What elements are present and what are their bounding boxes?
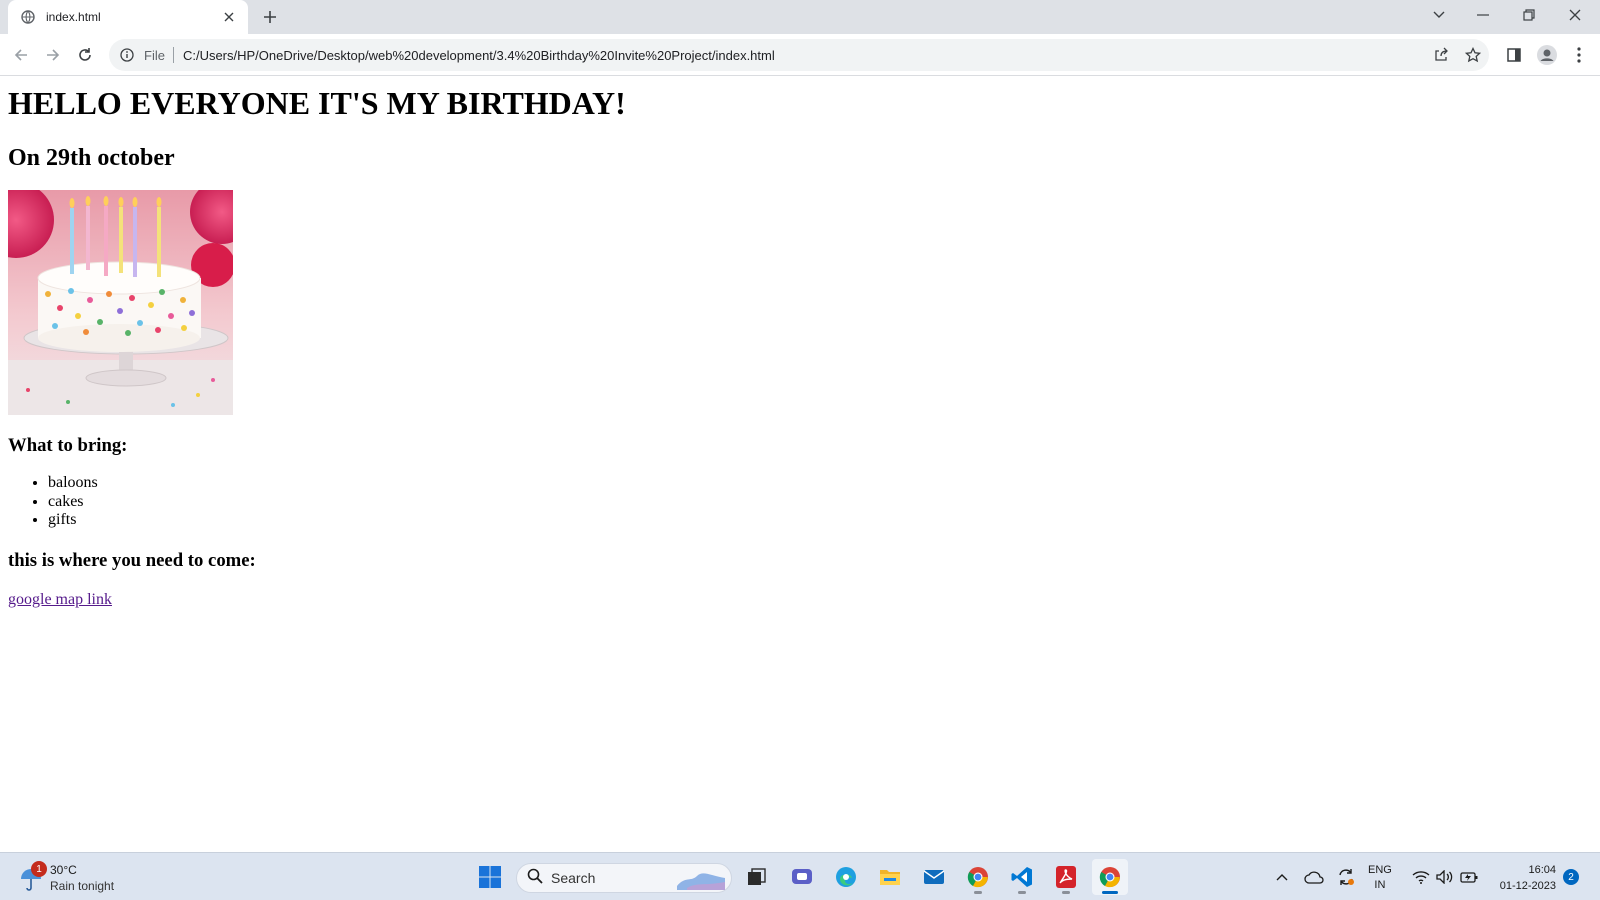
close-window-icon[interactable] — [1552, 0, 1598, 30]
chrome-icon[interactable] — [960, 859, 996, 895]
running-indicator — [974, 891, 982, 894]
bookmark-star-icon[interactable] — [1457, 39, 1489, 71]
date-subheading: On 29th october — [8, 145, 175, 171]
page-heading: HELLO EVERYONE IT'S MY BIRTHDAY! — [8, 85, 626, 121]
address-scheme: File — [144, 47, 165, 63]
file-explorer-icon[interactable] — [872, 859, 908, 895]
close-tab-icon[interactable] — [220, 8, 238, 26]
forward-arrow-icon[interactable] — [39, 41, 67, 69]
taskbar-search[interactable]: Search — [516, 863, 732, 893]
search-placeholder: Search — [551, 870, 596, 886]
menu-kebab-icon[interactable] — [1565, 41, 1593, 69]
list-item: gifts — [48, 511, 1592, 530]
google-map-link[interactable]: google map link — [8, 591, 112, 609]
volume-icon[interactable] — [1434, 853, 1456, 900]
edge-icon[interactable] — [828, 859, 864, 895]
tab-search-chevron-icon[interactable] — [1416, 0, 1462, 30]
clock-time: 16:04 — [1528, 864, 1556, 876]
tab-index-html[interactable]: index.html — [8, 0, 248, 34]
site-info-icon[interactable] — [119, 47, 135, 63]
weather-temp: 30°C — [50, 863, 77, 877]
mail-icon[interactable] — [916, 859, 952, 895]
tab-strip: index.html — [0, 0, 1600, 34]
task-view-icon[interactable] — [739, 859, 775, 895]
minimize-icon[interactable] — [1460, 0, 1506, 30]
profile-avatar-icon[interactable] — [1533, 41, 1561, 69]
browser-toolbar: File C:/Users/HP/OneDrive/Desktop/web%20… — [0, 34, 1600, 76]
active-indicator — [1102, 891, 1118, 894]
address-bar[interactable]: File C:/Users/HP/OneDrive/Desktop/web%20… — [109, 39, 1489, 71]
birthday-cake-image — [8, 190, 233, 415]
location-heading: this is where you need to come: — [8, 549, 256, 571]
running-indicator — [1018, 891, 1026, 894]
side-panel-icon[interactable] — [1500, 41, 1528, 69]
wifi-icon[interactable] — [1410, 853, 1432, 900]
back-arrow-icon[interactable] — [7, 41, 35, 69]
onedrive-cloud-icon[interactable] — [1302, 853, 1326, 900]
battery-icon[interactable] — [1458, 853, 1480, 900]
language-indicator[interactable]: ENG IN — [1368, 863, 1392, 893]
list-item: baloons — [48, 474, 1592, 493]
notification-badge[interactable]: 2 — [1563, 869, 1579, 885]
weather-widget[interactable]: 1 30°C Rain tonight — [14, 857, 134, 897]
chevron-up-icon[interactable] — [1272, 853, 1292, 900]
tab-title: index.html — [46, 10, 101, 24]
search-highlight-icon — [677, 873, 725, 890]
clock[interactable]: 16:04 01-12-2023 — [1492, 862, 1556, 894]
weather-badge: 1 — [31, 861, 47, 877]
language-line1: ENG — [1368, 864, 1392, 876]
bring-heading: What to bring: — [8, 435, 128, 456]
bring-list: baloons cakes gifts — [8, 474, 1592, 530]
clock-date: 01-12-2023 — [1499, 880, 1556, 892]
windows-start-icon[interactable] — [472, 859, 508, 895]
taskbar: 1 30°C Rain tonight Search ENG IN 16:04 … — [0, 852, 1600, 900]
list-item: cakes — [48, 493, 1592, 512]
acrobat-icon[interactable] — [1048, 859, 1084, 895]
sync-update-icon[interactable] — [1334, 853, 1358, 900]
address-actions — [1425, 39, 1489, 71]
running-indicator — [1062, 891, 1070, 894]
chrome-active-icon[interactable] — [1092, 859, 1128, 895]
weather-desc: Rain tonight — [50, 879, 115, 893]
teams-chat-icon[interactable] — [784, 859, 820, 895]
globe-icon — [20, 9, 36, 25]
address-separator — [172, 47, 174, 63]
search-icon — [527, 868, 543, 889]
new-tab-icon[interactable] — [258, 7, 282, 27]
page-content: HELLO EVERYONE IT'S MY BIRTHDAY! On 29th… — [0, 77, 1600, 852]
language-line2: IN — [1374, 879, 1386, 891]
address-url[interactable]: C:/Users/HP/OneDrive/Desktop/web%20devel… — [183, 48, 775, 63]
vscode-icon[interactable] — [1004, 859, 1040, 895]
share-icon[interactable] — [1425, 39, 1457, 71]
restore-icon[interactable] — [1506, 0, 1552, 30]
reload-icon[interactable] — [71, 41, 99, 69]
